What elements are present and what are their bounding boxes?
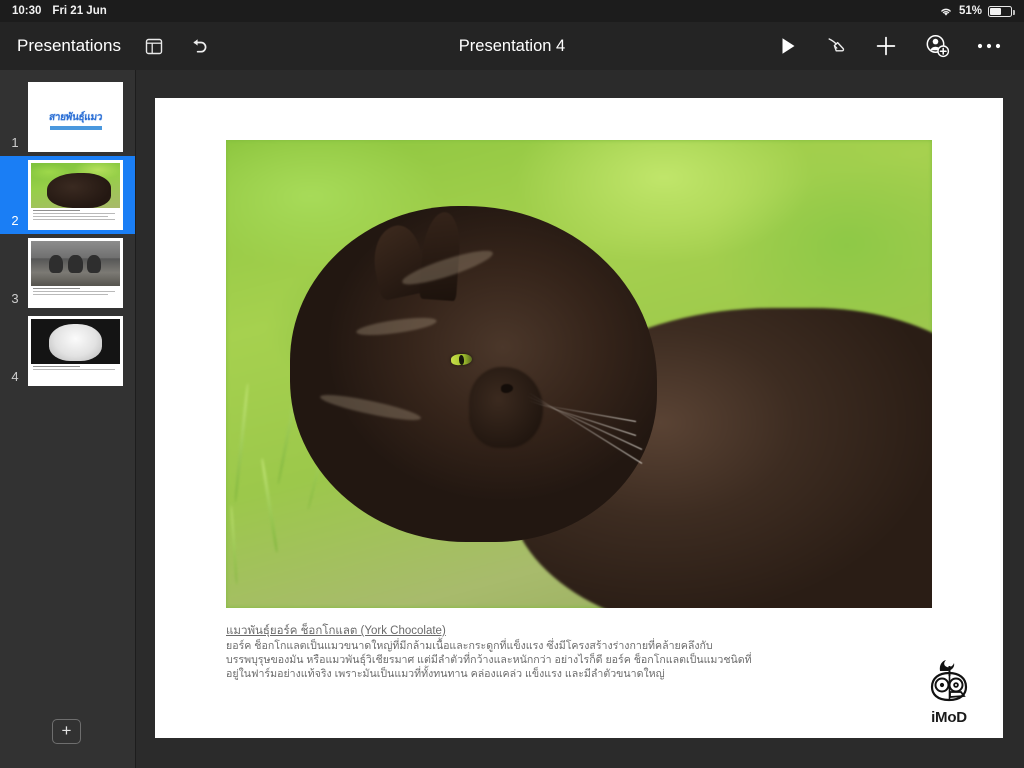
app-window: 10:30 Fri 21 Jun 51% Presentations xyxy=(0,0,1024,768)
play-icon[interactable] xyxy=(778,35,798,57)
status-bar-right: 51% xyxy=(939,5,1012,17)
slide-image-cat-on-grass[interactable] xyxy=(226,140,932,608)
thumbnail-text-lines xyxy=(31,208,120,220)
thumb-cat-shape xyxy=(47,173,111,208)
add-slide-button[interactable]: + xyxy=(52,719,81,744)
cat-eye xyxy=(451,353,472,366)
imod-face-logo xyxy=(920,656,978,708)
slide-number-4: 4 xyxy=(2,369,28,390)
paintbrush-icon[interactable] xyxy=(824,34,848,58)
slide-title-text: แมวพันธุ์ยอร์ค ช็อกโกแลต (York Chocolate… xyxy=(226,624,932,639)
slide-thumbnail-card xyxy=(28,238,123,308)
imod-watermark-label: iMoD xyxy=(931,709,967,726)
body-line-3: อยู่ในฟาร์มอย่างแท้จริง เพราะมันเป็นแมวท… xyxy=(226,668,932,682)
thumbnail-text-lines xyxy=(31,286,120,295)
status-bar-left: 10:30 Fri 21 Jun xyxy=(12,5,107,17)
thumbnail-image-2 xyxy=(31,163,120,208)
thumbnail-image-4 xyxy=(31,319,120,364)
slide-thumbnail-card xyxy=(28,160,123,230)
slide-number-1: 1 xyxy=(2,135,28,156)
add-slide-label: + xyxy=(62,722,72,739)
status-date: Fri 21 Jun xyxy=(52,5,106,17)
slide-thumbnail-card: สายพันธุ์แมว xyxy=(28,82,123,152)
slide-thumbnail-card xyxy=(28,316,123,386)
slide-canvas-area[interactable]: แมวพันธุ์ยอร์ค ช็อกโกแลต (York Chocolate… xyxy=(136,70,1024,768)
thumbnail-text-lines xyxy=(31,364,120,370)
cat-muzzle xyxy=(469,367,542,448)
app-toolbar: Presentations Presentation 4 xyxy=(0,22,1024,70)
more-ellipsis-icon[interactable] xyxy=(976,42,1002,50)
toolbar-left-group: Presentations xyxy=(0,34,211,58)
current-slide[interactable]: แมวพันธุ์ยอร์ค ช็อกโกแลต (York Chocolate… xyxy=(155,98,1003,738)
slide-thumbnail-3[interactable]: 3 xyxy=(0,234,135,312)
slide-thumbnail-2[interactable]: 2 xyxy=(0,156,135,234)
slide-thumbnail-1[interactable]: 1 สายพันธุ์แมว xyxy=(0,78,135,156)
slide-thumbnail-4[interactable]: 4 xyxy=(0,312,135,390)
status-time: 10:30 xyxy=(12,5,41,17)
plus-icon[interactable] xyxy=(874,34,898,58)
slide-1-title-underline xyxy=(50,126,102,130)
layout-view-icon[interactable] xyxy=(143,35,165,57)
toolbar-right-group xyxy=(778,33,1024,59)
slide-number-3: 3 xyxy=(2,291,28,312)
battery-percent-label: 51% xyxy=(959,5,982,17)
undo-icon[interactable] xyxy=(187,34,211,58)
slide-navigator-sidebar[interactable]: 1 สายพันธุ์แมว 2 xyxy=(0,70,136,768)
slide-number-2: 2 xyxy=(2,213,28,234)
imod-watermark: iMoD xyxy=(917,654,981,726)
slide-1-title-text: สายพันธุ์แมว xyxy=(48,110,103,125)
thumb-white-cat-shape xyxy=(49,324,102,361)
wifi-icon xyxy=(939,6,953,17)
status-bar: 10:30 Fri 21 Jun 51% xyxy=(0,0,1024,22)
thumbnail-image-3 xyxy=(31,241,120,286)
body-line-1: ยอร์ค ช็อกโกแลตเป็นแมวขนาดใหญ่ที่มีกล้าม… xyxy=(226,640,932,654)
add-person-icon[interactable] xyxy=(924,33,950,59)
slide-body-text: ยอร์ค ช็อกโกแลตเป็นแมวขนาดใหญ่ที่มีกล้าม… xyxy=(226,640,932,682)
back-to-presentations-button[interactable]: Presentations xyxy=(17,36,121,56)
slide-1-title-art: สายพันธุ์แมว xyxy=(31,85,120,152)
slide-text-block[interactable]: แมวพันธุ์ยอร์ค ช็อกโกแลต (York Chocolate… xyxy=(226,624,932,682)
battery-icon xyxy=(988,6,1012,17)
body-line-2: บรรพบุรุษของมัน หรือแมวพันธุ์วิเชียรมาศ … xyxy=(226,654,932,668)
